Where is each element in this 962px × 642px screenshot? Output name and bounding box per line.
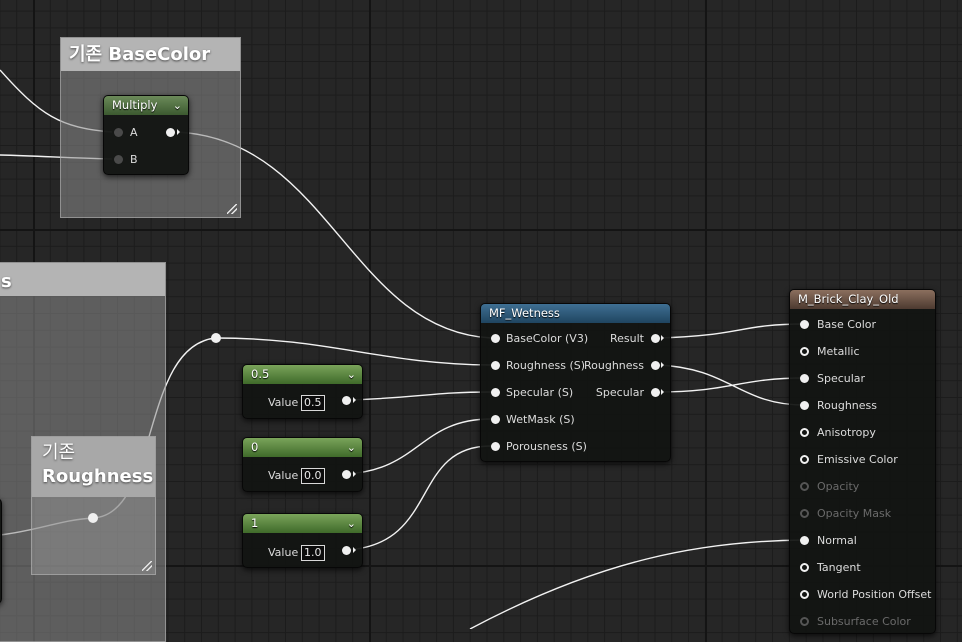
- wetness-input-pin-basecolor[interactable]: [491, 334, 500, 343]
- wetness-input-pin-wetmask[interactable]: [491, 415, 500, 424]
- reroute-node[interactable]: [211, 333, 221, 343]
- constant-node-2[interactable]: 1 ⌄ Value 1.0: [242, 513, 363, 568]
- wetness-node[interactable]: MF_Wetness BaseColor (V3) Roughness (S) …: [480, 303, 671, 462]
- output-arrow-icon: [353, 471, 356, 477]
- multiply-label-b: B: [130, 153, 138, 166]
- wire-specular-out-to-specular: [657, 377, 805, 393]
- material-label-metallic: Metallic: [817, 345, 860, 358]
- material-pin-subsurface-color: [800, 617, 809, 626]
- constant-header-0[interactable]: 0.5 ⌄: [243, 365, 362, 384]
- wetness-input-label-specular: Specular (S): [506, 386, 574, 399]
- wire-const0-to-wetmask: [345, 418, 492, 475]
- material-label-tangent: Tangent: [817, 561, 861, 574]
- material-pin-specular[interactable]: [800, 374, 809, 383]
- output-arrow-icon: [661, 362, 664, 368]
- constant-title-2: 1: [251, 516, 259, 530]
- constant-node-1[interactable]: 0 ⌄ Value 0.0: [242, 437, 363, 492]
- constant-output-pin-0[interactable]: [342, 396, 351, 405]
- multiply-header[interactable]: Multiply ⌄: [104, 96, 188, 115]
- material-pin-roughness[interactable]: [800, 401, 809, 410]
- constant-value-field-0[interactable]: 0.5: [301, 395, 325, 411]
- material-label-anisotropy: Anisotropy: [817, 426, 876, 439]
- wetness-output-pin-specular[interactable]: [651, 388, 660, 397]
- wetness-input-pin-porousness[interactable]: [491, 442, 500, 451]
- material-label-world-position-offset: World Position Offset: [817, 588, 932, 601]
- material-pin-opacity: [800, 482, 809, 491]
- material-label-base-color: Base Color: [817, 318, 877, 331]
- material-pin-normal[interactable]: [800, 536, 809, 545]
- comment-roughness[interactable]: 기존 Roughness: [31, 436, 156, 575]
- wetness-input-label-porousness: Porousness (S): [506, 440, 587, 453]
- constant-header-1[interactable]: 0 ⌄: [243, 438, 362, 457]
- multiply-output-pin[interactable]: [166, 128, 175, 137]
- comment-basecolor-title: 기존 BaseColor: [61, 38, 240, 71]
- resize-handle-icon[interactable]: [227, 204, 237, 214]
- material-label-opacity: Opacity: [817, 480, 860, 493]
- material-pin-metallic[interactable]: [800, 347, 809, 356]
- material-label-specular: Specular: [817, 372, 866, 385]
- comment-roughness-title-line2: Roughness: [42, 466, 154, 487]
- wire-offscreen-to-normal: [469, 539, 805, 629]
- material-label-emissive-color: Emissive Color: [817, 453, 898, 466]
- wetness-input-label-wetmask: WetMask (S): [506, 413, 575, 426]
- material-label-opacity-mask: Opacity Mask: [817, 507, 892, 520]
- wetness-output-pin-result[interactable]: [651, 334, 660, 343]
- constant-value-label-0: Value: [268, 396, 299, 409]
- offscreen-node-fragment[interactable]: [0, 498, 2, 604]
- multiply-title: Multiply: [112, 98, 158, 112]
- comment-roughness-title-line1: 기존: [42, 442, 76, 463]
- wetness-output-label-roughness: Roughness: [583, 359, 644, 372]
- constant-value-field-2[interactable]: 1.0: [301, 545, 325, 561]
- material-label-roughness: Roughness: [817, 399, 878, 412]
- constant-value-label-1: Value: [268, 469, 299, 482]
- material-pin-emissive-color[interactable]: [800, 455, 809, 464]
- constant-output-pin-2[interactable]: [342, 546, 351, 555]
- material-pin-tangent[interactable]: [800, 563, 809, 572]
- constant-node-0[interactable]: 0.5 ⌄ Value 0.5: [242, 364, 363, 419]
- multiply-pin-a[interactable]: [114, 128, 123, 137]
- wetness-output-label-result: Result: [610, 332, 644, 345]
- output-arrow-icon: [661, 335, 664, 341]
- multiply-label-a: A: [130, 126, 138, 139]
- wire-const1-to-porousness: [345, 445, 492, 551]
- material-node[interactable]: M_Brick_Clay_Old Base Color Metallic Spe…: [789, 289, 936, 634]
- chevron-down-icon[interactable]: ⌄: [173, 96, 182, 115]
- wetness-input-label-roughness: Roughness (S): [506, 359, 586, 372]
- comment-left-partial-title: s: [0, 263, 165, 296]
- wire-result-to-basecolor: [657, 323, 805, 339]
- wetness-header[interactable]: MF_Wetness: [481, 304, 670, 323]
- material-pin-anisotropy[interactable]: [800, 428, 809, 437]
- material-header[interactable]: M_Brick_Clay_Old: [790, 290, 935, 309]
- multiply-pin-b[interactable]: [114, 155, 123, 164]
- constant-title-1: 0: [251, 440, 259, 454]
- multiply-node[interactable]: Multiply ⌄ A B: [103, 95, 189, 175]
- chevron-down-icon[interactable]: ⌄: [347, 438, 356, 457]
- output-arrow-icon: [353, 397, 356, 403]
- wetness-input-pin-roughness[interactable]: [491, 361, 500, 370]
- constant-value-field-1[interactable]: 0.0: [301, 468, 325, 484]
- output-arrow-icon: [661, 389, 664, 395]
- material-label-normal: Normal: [817, 534, 857, 547]
- material-pin-base-color[interactable]: [800, 320, 809, 329]
- wire-const05-to-specular: [345, 391, 492, 401]
- comment-roughness-title: 기존 Roughness: [32, 437, 155, 497]
- material-pin-world-position-offset[interactable]: [800, 590, 809, 599]
- wetness-output-label-specular: Specular: [595, 386, 644, 399]
- output-arrow-icon: [177, 129, 180, 135]
- wetness-output-pin-roughness[interactable]: [651, 361, 660, 370]
- constant-title-0: 0.5: [251, 367, 270, 381]
- wetness-input-label-basecolor: BaseColor (V3): [506, 332, 589, 345]
- output-arrow-icon: [353, 547, 356, 553]
- constant-value-label-2: Value: [268, 546, 299, 559]
- material-label-subsurface-color: Subsurface Color: [817, 615, 911, 628]
- material-pin-opacity-mask: [800, 509, 809, 518]
- chevron-down-icon[interactable]: ⌄: [347, 365, 356, 384]
- reroute-node-roughness[interactable]: [88, 513, 98, 523]
- wire-reroute-to-wetness-roughness: [215, 337, 492, 366]
- constant-header-2[interactable]: 1 ⌄: [243, 514, 362, 533]
- wetness-input-pin-specular[interactable]: [491, 388, 500, 397]
- constant-output-pin-1[interactable]: [342, 470, 351, 479]
- resize-handle-icon[interactable]: [142, 561, 152, 571]
- chevron-down-icon[interactable]: ⌄: [347, 514, 356, 533]
